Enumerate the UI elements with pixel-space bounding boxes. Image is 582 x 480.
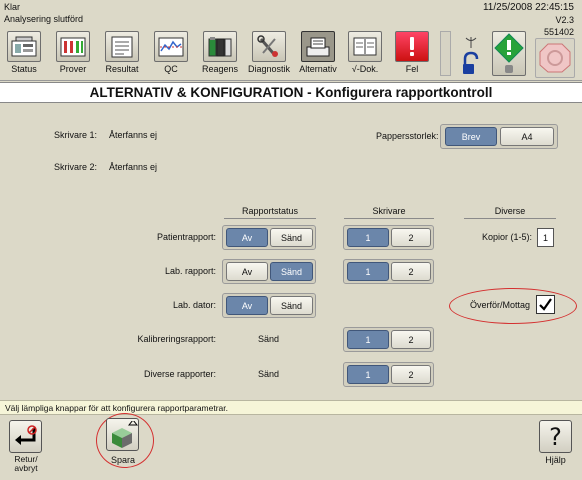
toolbar-label: QC — [164, 64, 178, 74]
misc-reports-printer1-button[interactable]: 1 — [347, 365, 389, 384]
diagnostics-icon — [252, 31, 286, 62]
toolbar-label: Resultat — [105, 64, 139, 74]
lab-report-send-button[interactable]: Sänd — [270, 262, 313, 281]
copies-input[interactable]: 1 — [537, 228, 554, 247]
transfer-checkbox[interactable] — [536, 295, 555, 314]
toolbar-reagens[interactable]: Reagens — [198, 31, 242, 78]
calibration-report-status: Sänd — [258, 334, 280, 344]
lab-computer-send-button[interactable]: Sänd — [270, 296, 313, 315]
header-underline — [344, 218, 434, 219]
row-label-lab-report: Lab. rapport: — [164, 266, 216, 276]
printer2-value: Återfanns ej — [109, 162, 158, 172]
run-button[interactable] — [492, 31, 526, 76]
patient-report-printer2-button[interactable]: 2 — [391, 228, 431, 247]
row-label-patient-report: Patientrapport: — [156, 232, 216, 242]
paper-a4-button[interactable]: A4 — [500, 127, 554, 146]
misc-reports-printer2-button[interactable]: 2 — [391, 365, 431, 384]
row-label-lab-computer: Lab. dator: — [172, 300, 216, 310]
patient-report-off-button[interactable]: Av — [226, 228, 268, 247]
document-icon — [348, 31, 382, 62]
paper-brev-button[interactable]: Brev — [445, 127, 497, 146]
error-icon — [395, 31, 429, 62]
save-icon — [111, 420, 138, 448]
header-misc: Diverse — [494, 206, 526, 216]
toolbar-resultat[interactable]: Resultat — [100, 31, 144, 78]
help-button[interactable]: ? — [539, 420, 572, 453]
toolbar-prover[interactable]: Prover — [51, 31, 95, 78]
back-label: Retur/ avbryt — [14, 454, 38, 473]
transfer-label: Överför/Mottag — [470, 300, 531, 310]
printer1-label: Skrivare 1: — [54, 130, 98, 140]
printer1-value: Återfanns ej — [109, 130, 158, 140]
header-report-status: Rapportstatus — [241, 206, 299, 216]
toolbar-label: Fel — [405, 64, 419, 74]
page-title: ALTERNATIV & KONFIGURATION - Konfigurera… — [0, 82, 582, 103]
status-icon — [7, 31, 41, 62]
paper-size-label: Pappersstorlek: — [376, 131, 439, 141]
serial-number: 551402 — [543, 27, 574, 37]
misc-reports-status: Sänd — [258, 369, 280, 379]
question-mark-icon: ? — [549, 422, 562, 451]
toolbar-fel[interactable]: Fel — [390, 31, 434, 78]
lab-computer-off-button[interactable]: Av — [226, 296, 268, 315]
calibration-printer2-button[interactable]: 2 — [391, 330, 431, 349]
status-subtext: Analysering slutförd — [4, 14, 84, 24]
message-bar: Välj lämpliga knappar för att konfigurer… — [0, 400, 582, 415]
toolbar-label: Alternativ — [299, 64, 337, 74]
return-arrow-icon — [14, 424, 37, 445]
version: V2.3 — [555, 15, 574, 25]
toolbar-label: Reagens — [201, 64, 239, 74]
patient-report-send-button[interactable]: Sänd — [270, 228, 313, 247]
status-text: Klar — [4, 2, 21, 12]
row-label-calibration-report: Kalibreringsrapport: — [137, 334, 216, 344]
stop-button[interactable] — [535, 38, 575, 78]
lab-report-off-button[interactable]: Av — [226, 262, 268, 281]
copies-label: Kopior (1-5): — [482, 232, 533, 242]
toolbar-label: Prover — [59, 64, 87, 74]
back-button[interactable] — [9, 420, 42, 453]
toolbar-dok[interactable]: √-Dok. — [343, 31, 387, 78]
help-label: Hjälp — [545, 455, 566, 465]
header-printer: Skrivare — [372, 206, 406, 216]
toolbar-label: √-Dok. — [351, 64, 379, 74]
toolbar-status[interactable]: Status — [2, 31, 46, 78]
save-label: Spara — [110, 455, 136, 465]
lab-report-printer2-button[interactable]: 2 — [391, 262, 431, 281]
toolbar-label: Diagnostik — [247, 64, 291, 74]
toolbar-divider — [0, 80, 582, 81]
samples-icon — [56, 31, 90, 62]
row-label-misc-reports: Diverse rapporter: — [143, 369, 216, 379]
lab-report-printer1-button[interactable]: 1 — [347, 262, 389, 281]
reagent-icon — [203, 31, 237, 62]
toolbar-label: Status — [11, 64, 37, 74]
results-icon — [105, 31, 139, 62]
save-button[interactable] — [106, 418, 139, 451]
toolbar-alternativ[interactable]: Alternativ — [296, 31, 340, 78]
qc-icon — [154, 31, 188, 62]
diamond-icon — [494, 33, 524, 73]
toolbar-diagnostik[interactable]: Diagnostik — [247, 31, 291, 78]
header-underline — [224, 218, 316, 219]
toolbar-qc[interactable]: QC — [149, 31, 193, 78]
antenna-lock-icon — [458, 34, 484, 76]
patient-report-printer1-button[interactable]: 1 — [347, 228, 389, 247]
checkmark-icon — [539, 298, 552, 311]
options-icon — [301, 31, 335, 62]
date-time: 11/25/2008 22:45:15 — [482, 2, 574, 13]
header-underline — [464, 218, 556, 219]
level-indicator — [440, 31, 451, 76]
calibration-printer1-button[interactable]: 1 — [347, 330, 389, 349]
stop-icon — [539, 43, 571, 73]
printer2-label: Skrivare 2: — [54, 162, 98, 172]
